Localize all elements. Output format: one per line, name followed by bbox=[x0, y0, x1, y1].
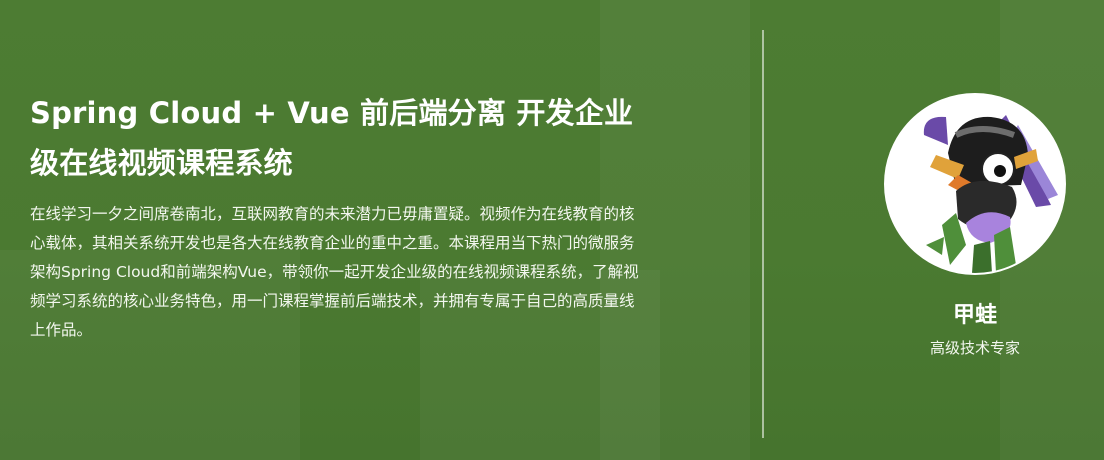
vertical-divider bbox=[762, 30, 764, 438]
course-banner: Spring Cloud + Vue 前后端分离 开发企业级在线视频课程系统 在… bbox=[0, 0, 1104, 460]
teacher-role: 高级技术专家 bbox=[929, 339, 1020, 357]
course-title: Spring Cloud + Vue 前后端分离 开发企业级在线视频课程系统 bbox=[30, 96, 634, 180]
course-info: Spring Cloud + Vue 前后端分离 开发企业级在线视频课程系统 在… bbox=[30, 88, 650, 345]
avatar bbox=[884, 93, 1066, 275]
teacher-name: 甲蛙 bbox=[952, 303, 997, 328]
course-description: 在线学习一夕之间席卷南北，互联网教育的未来潜力已毋庸置疑。视频作为在线教育的核心… bbox=[30, 205, 639, 339]
cartoon-penguin-knight-avatar-icon bbox=[886, 95, 1064, 273]
teacher-card: 甲蛙 高级技术专家 bbox=[870, 93, 1080, 358]
